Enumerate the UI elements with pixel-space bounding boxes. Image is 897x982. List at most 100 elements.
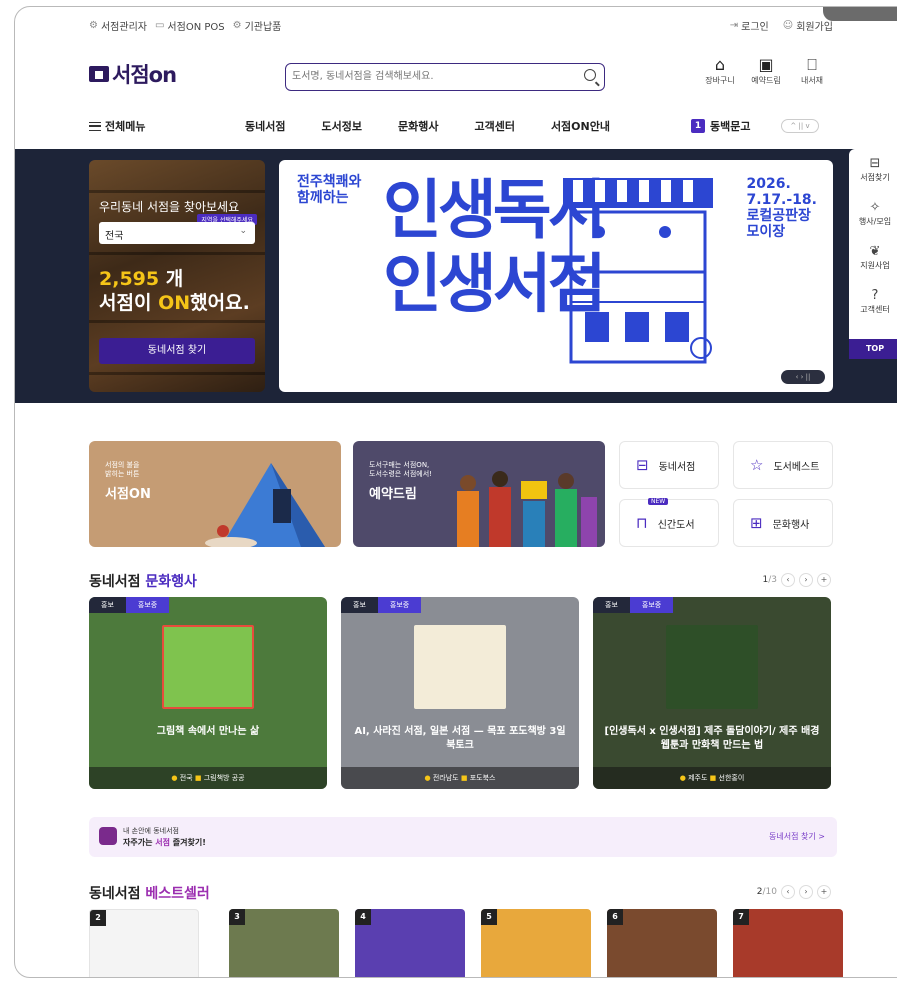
event-footer: ● 전라남도 ■ 포도북스 xyxy=(341,767,579,789)
nav-item-support[interactable]: 고객센터 xyxy=(474,118,514,134)
prev-arrow-icon[interactable]: ‹ xyxy=(781,885,795,899)
nav-item-books[interactable]: 도서정보 xyxy=(321,118,361,134)
my-library-label: 내서재 xyxy=(800,76,824,85)
events-heading: 동네서점 문화행사 xyxy=(89,571,197,591)
store-icon: ■ xyxy=(709,774,717,782)
settings-icon: ⚙ xyxy=(232,19,242,31)
book-cover[interactable]: 7 xyxy=(733,909,843,977)
store-icon: ⊟ xyxy=(869,156,881,171)
quick-item-support[interactable]: ❦ 지원사업 xyxy=(849,237,897,281)
rank-badge: 6 xyxy=(607,909,623,925)
utility-bar: ⚙ 서점관리자 ▭ 서점ON POS ⚙ 기관납품 ⇥ 로그인 ☺ 회원가입 xyxy=(15,7,897,43)
hero-section: 우리동네 서점을 찾아보세요 지역을 선택해주세요 전국 ⌄ 2,595 개 서… xyxy=(15,149,897,403)
plus-icon[interactable]: + xyxy=(817,573,831,587)
events-page-total: /3 xyxy=(768,575,777,585)
site-logo[interactable]: 서점on xyxy=(89,59,177,89)
best-page-total: /10 xyxy=(762,887,777,897)
user-icon: ☺ xyxy=(782,19,794,31)
best-pager: 2/10 ‹ › + xyxy=(757,885,831,899)
promo-control[interactable]: ^ || v xyxy=(781,119,819,133)
banner-left-text: 전주책쾌와 함께하는 xyxy=(297,174,362,206)
quick-item-store-find[interactable]: ⊟ 서점찾기 xyxy=(849,149,897,193)
book-cover[interactable]: 3 xyxy=(229,909,339,977)
nav-items: 동네서점 도서정보 문화행사 고객센터 서점ON안내 xyxy=(245,118,646,134)
login-icon: ⇥ xyxy=(729,19,739,31)
logo-text: 서점on xyxy=(112,63,177,87)
store-count-unit: 개 xyxy=(159,268,184,290)
quick-item-events[interactable]: ✧ 행사/모임 xyxy=(849,193,897,237)
store-count: 2,595 개 xyxy=(99,264,183,291)
service-card-reserve[interactable]: 도서구매는 서점ON, 도서수령은 서점에서! 예약드림 xyxy=(353,441,605,547)
rolling-promo[interactable]: 1 동백문고 xyxy=(691,118,750,134)
event-card[interactable]: 홍보 홍보중 [인생독서 x 인생서점] 제주 돌담이야기/ 제주 배경 웹툰과 … xyxy=(593,597,831,789)
event-title: 그림책 속에서 만나는 삶 xyxy=(156,726,260,737)
store-on-line: 서점이 ON했어요. xyxy=(99,288,250,315)
tile-label: 문화행사 xyxy=(772,519,810,531)
event-region: 전라남도 xyxy=(432,774,459,782)
event-card[interactable]: 홍보 홍보중 AI, 사라진 서점, 일본 서점 — 목포 포도책방 3일 북토크… xyxy=(341,597,579,789)
region-select[interactable]: 전국 ⌄ xyxy=(99,222,255,244)
nav-item-about[interactable]: 서점ON안내 xyxy=(551,118,610,134)
event-title: AI, 사라진 서점, 일본 서점 — 목포 포도책방 3일 북토크 xyxy=(354,726,566,751)
util-link-label: 기관납품 xyxy=(244,21,282,33)
reserve-button[interactable]: ▣ 예약드림 xyxy=(747,55,785,86)
find-store-button[interactable]: 동네서점 찾기 xyxy=(99,338,255,364)
nav-item-culture[interactable]: 문화행사 xyxy=(398,118,438,134)
event-tag: 홍보 xyxy=(89,597,126,613)
next-arrow-icon[interactable]: › xyxy=(799,885,813,899)
cart-label: 장바구니 xyxy=(705,76,735,85)
util-link-label: 서점관리자 xyxy=(100,21,147,33)
banner-right-text: 2026. 7.17.-18. 로컬공판장 모이장 xyxy=(747,176,817,240)
region-value: 전국 xyxy=(105,231,124,242)
event-tags: 홍보 홍보중 xyxy=(89,597,170,613)
book-cover[interactable]: 6 xyxy=(607,909,717,977)
book-open-icon: ⊓ xyxy=(636,514,648,532)
tile-new-books[interactable]: NEW ⊓ 신간도서 xyxy=(619,498,719,547)
signup-link[interactable]: ☺ 회원가입 xyxy=(783,18,833,33)
grid-icon: ⊞ xyxy=(750,514,763,532)
quick-item-customer[interactable]: ? 고객센터 xyxy=(849,281,897,325)
quick-label: 고객센터 xyxy=(860,305,890,314)
book-cover[interactable]: 2 xyxy=(89,909,199,977)
store-count-value: 2,595 xyxy=(99,268,160,290)
book-cover[interactable]: 4 xyxy=(355,909,465,977)
next-arrow-icon[interactable]: › xyxy=(799,573,813,587)
search-input[interactable] xyxy=(292,64,572,89)
book-cover[interactable]: 5 xyxy=(481,909,591,977)
util-link-institution[interactable]: ⚙ 기관납품 xyxy=(233,18,282,33)
shelf-line xyxy=(89,190,265,193)
banner-slider-control[interactable]: ‹ › || xyxy=(781,370,825,384)
main-nav: 전체메뉴 동네서점 도서정보 문화행사 고객센터 서점ON안내 1 동백문고 ^… xyxy=(15,105,897,147)
scroll-top-button[interactable]: TOP xyxy=(849,339,897,359)
event-footer: ● 전국 ■ 그림책방 공공 xyxy=(89,767,327,789)
event-tag: 홍보 xyxy=(593,597,630,613)
plus-icon[interactable]: + xyxy=(817,885,831,899)
find-store-link[interactable]: 동네서점 찾기 > xyxy=(769,831,825,842)
site-header: 서점on ⌂ 장바구니 ▣ 예약드림 ⎕ 내서재 xyxy=(15,43,897,105)
event-card[interactable]: 홍보 홍보중 그림책 속에서 만나는 삶 ● 전국 ■ 그림책방 공공 xyxy=(89,597,327,789)
nav-item-stores[interactable]: 동네서점 xyxy=(245,118,285,134)
band-line2: 자주가는 서점 즐겨찾기! xyxy=(123,837,206,848)
tile-culture[interactable]: ⊞ 문화행사 xyxy=(733,499,833,547)
event-store: 선한홍이 xyxy=(718,774,745,782)
rank-badge: 7 xyxy=(733,909,749,925)
search-icon[interactable] xyxy=(584,69,596,81)
tile-stores[interactable]: ⊟ 동네서점 xyxy=(619,441,719,489)
cart-button[interactable]: ⌂ 장바구니 xyxy=(701,55,739,86)
tile-best-books[interactable]: ☆ 도서베스트 xyxy=(733,441,833,489)
banner-place: 로컬공판장 모이장 xyxy=(746,208,811,240)
all-menu-button[interactable]: 전체메뉴 xyxy=(89,118,145,134)
card-subtext: 서점의 불을 밝히는 버튼 xyxy=(105,461,140,478)
login-link[interactable]: ⇥ 로그인 xyxy=(730,18,769,33)
my-library-button[interactable]: ⎕ 내서재 xyxy=(793,55,831,86)
util-link-admin[interactable]: ⚙ 서점관리자 xyxy=(89,18,147,33)
card-title: 예약드림 xyxy=(369,487,417,502)
search-box xyxy=(285,63,605,91)
util-link-pos[interactable]: ▭ 서점ON POS xyxy=(155,18,225,33)
hero-banner[interactable]: 전주책쾌와 함께하는 인생독서 인생서점 2026. 7.17.-18. 로컬공… xyxy=(279,160,833,392)
event-tags: 홍보 홍보중 xyxy=(341,597,422,613)
quick-label: 행사/모임 xyxy=(858,217,892,226)
event-status-tag: 홍보중 xyxy=(377,597,422,613)
service-card-seojeom-on[interactable]: 서점의 불을 밝히는 버튼 서점ON xyxy=(89,441,341,547)
prev-arrow-icon[interactable]: ‹ xyxy=(781,573,795,587)
